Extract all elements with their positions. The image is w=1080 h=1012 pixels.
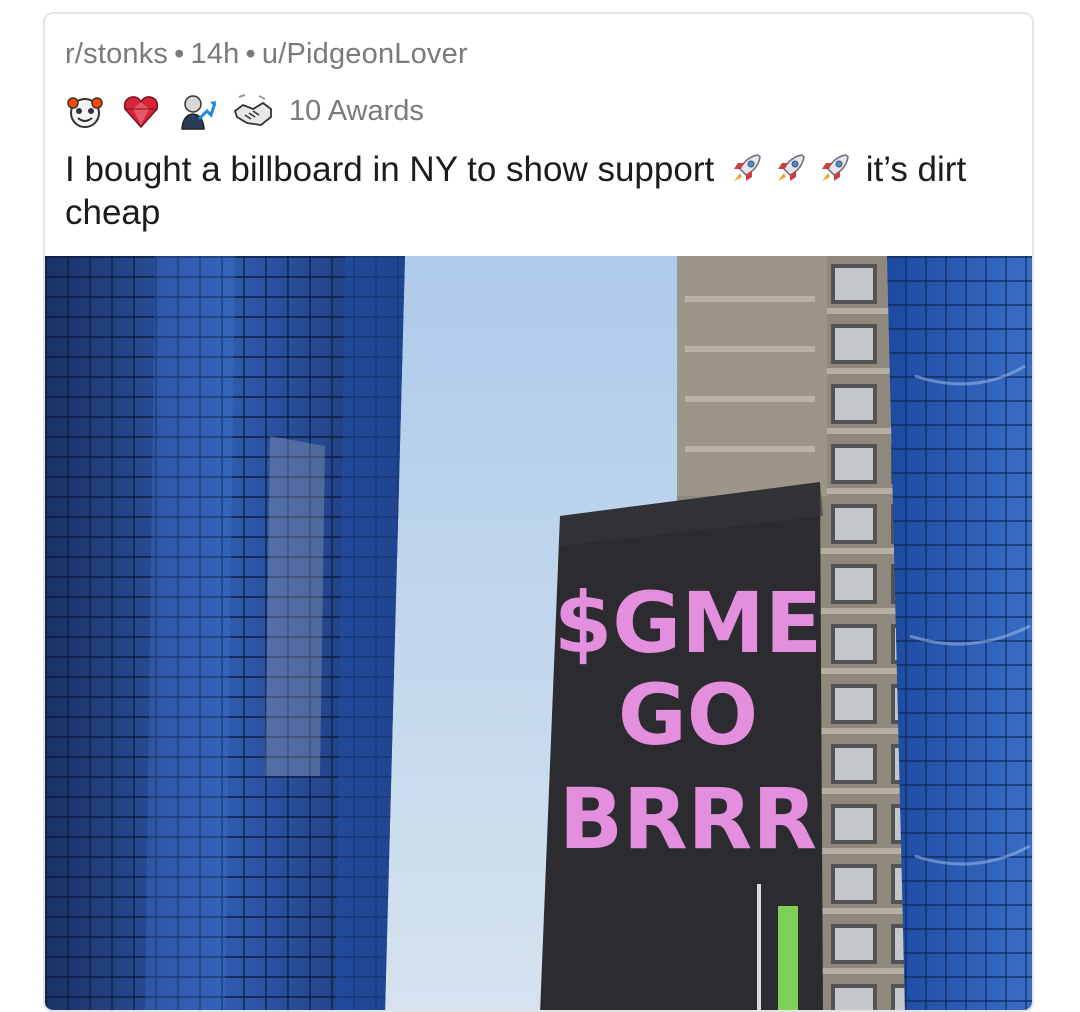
rocket-icon — [728, 151, 764, 187]
rocket-icon — [816, 151, 852, 187]
billboard-line-2: GO — [618, 666, 758, 764]
post-title[interactable]: I bought a billboard in NY to show suppo… — [65, 148, 995, 234]
wholesome-seal-icon — [65, 91, 105, 131]
awards-row[interactable]: 10 Awards — [65, 90, 424, 132]
separator-dot: • — [174, 38, 185, 70]
times-square-photo: $GME GO BRRR — [45, 256, 1032, 1010]
separator-dot: • — [245, 38, 256, 70]
subreddit-link[interactable]: r/stonks — [65, 38, 168, 70]
heart-gem-icon — [121, 91, 161, 131]
rocket-icon — [772, 151, 808, 187]
billboard-line-3: BRRR — [559, 770, 817, 868]
post-image[interactable]: $GME GO BRRR — [45, 256, 1032, 1010]
stonks-man-icon — [177, 91, 217, 131]
awards-count[interactable]: 10 Awards — [289, 95, 424, 128]
title-text: I bought a billboard in NY to show suppo… — [65, 150, 715, 189]
author-link[interactable]: u/PidgeonLover — [262, 38, 468, 70]
post-card[interactable]: r/stonks • 14h • u/PidgeonLover 10 Award… — [43, 12, 1034, 1012]
handshake-icon — [233, 91, 273, 131]
billboard-line-1: $GME — [554, 574, 822, 672]
post-age: 14h — [190, 38, 240, 70]
post-meta: r/stonks • 14h • u/PidgeonLover — [65, 38, 468, 71]
